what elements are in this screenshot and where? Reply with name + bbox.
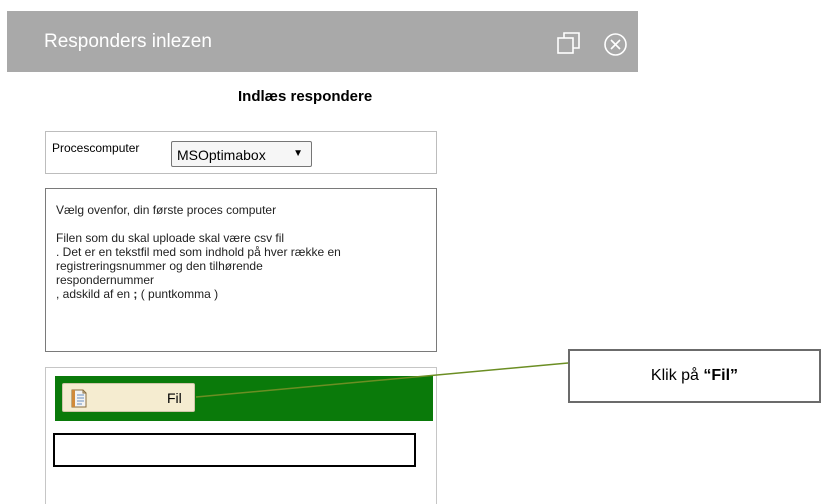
procescomputer-label: Procescomputer [52,141,140,155]
close-circle-icon[interactable] [603,32,628,57]
procescomputer-section: Procescomputer MSOptimabox ▼ [45,131,437,174]
instruction-line: , adskild af en ; ( puntkomma ) [56,287,426,301]
restore-window-icon[interactable] [556,30,582,56]
window-title: Responders inlezen [44,31,212,52]
upload-toolbar: Fil [55,376,433,421]
instructions-box: Vælg ovenfor, din første proces computer… [45,188,437,352]
instruction-line: registreringsnummer og den tilhørende [56,259,263,273]
fil-button-label: Fil [167,390,182,406]
upload-section: Fil [45,367,437,504]
callout-box: Klik på “Fil” [568,349,821,403]
dropdown-arrow-icon: ▼ [293,148,303,159]
instruction-text: ( puntkomma ) [137,287,219,301]
file-name-field[interactable] [53,433,416,467]
procescomputer-select[interactable]: MSOptimabox ▼ [171,141,312,167]
callout-text: Klik på “Fil” [570,367,819,385]
stage: Responders inlezen Indlæs respondere Pro… [0,0,821,504]
notepad-icon [71,389,87,408]
fil-button[interactable]: Fil [62,383,195,412]
instruction-text: , adskild af en [56,287,134,301]
instruction-line: Filen som du skal uploade skal være csv … [56,231,285,245]
procescomputer-selected-value: MSOptimabox [177,147,266,163]
callout-text-prefix: Klik på [650,367,704,384]
page-heading: Indlæs respondere [238,88,373,105]
instruction-line: respondernummer [56,273,155,287]
instruction-line: . Det er en tekstfil med som indhold på … [56,245,341,259]
window-titlebar: Responders inlezen [7,11,638,72]
callout-text-bold: “Fil” [703,367,739,384]
instruction-line: Vælg ovenfor, din første proces computer [56,203,277,217]
